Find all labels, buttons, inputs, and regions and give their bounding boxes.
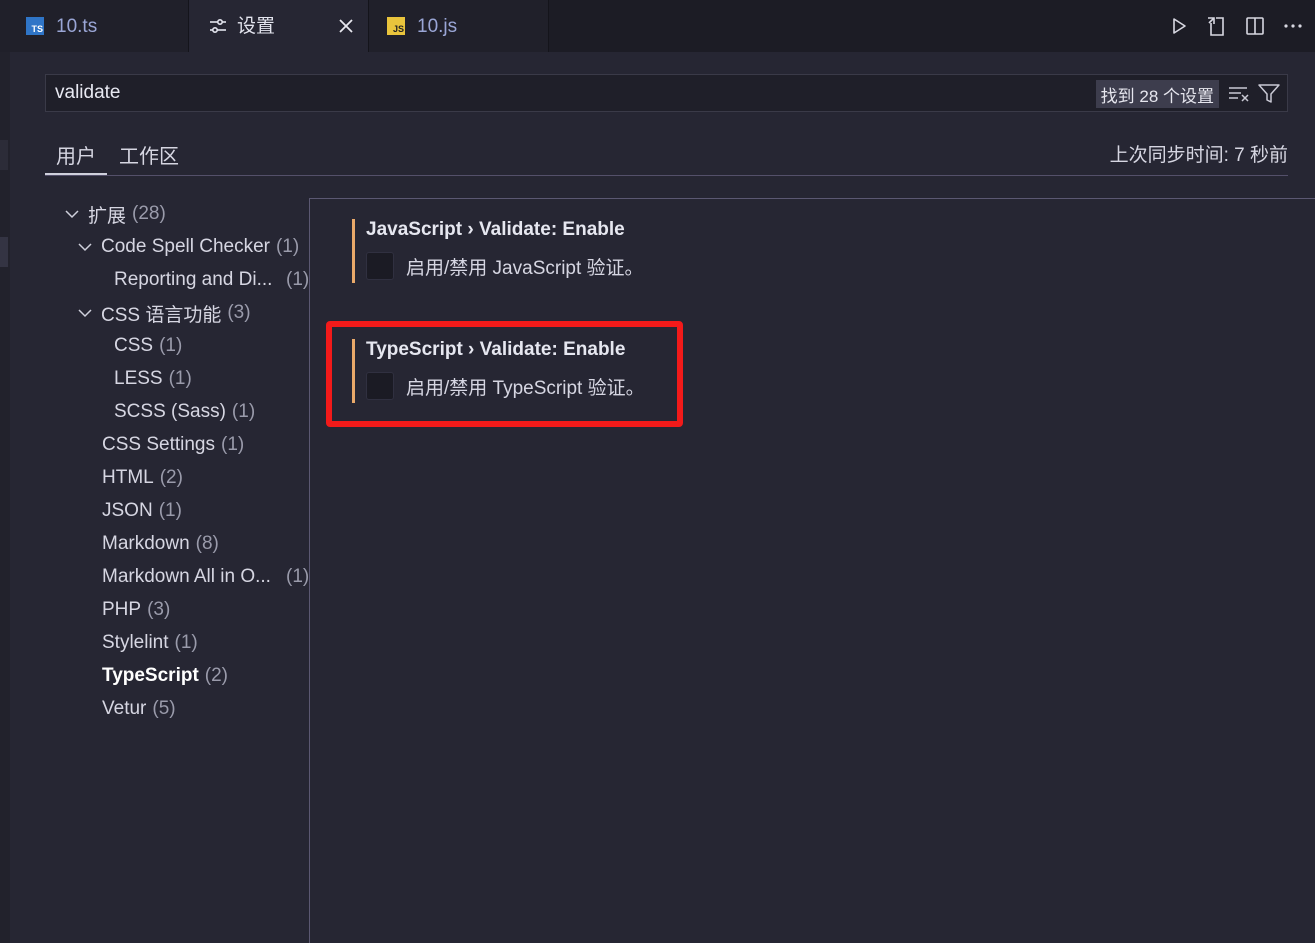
setting-description: 启用/禁用 JavaScript 验证。 — [406, 258, 644, 279]
toc-item-css-language[interactable]: CSS 语言功能 (3) — [76, 299, 251, 327]
strip-mark — [0, 237, 8, 267]
setting-title: TypeScript › Validate: Enable — [366, 339, 625, 361]
setting-checkbox[interactable] — [366, 252, 394, 280]
toc-count: (1) — [158, 500, 182, 521]
setting-typescript-validate-enable: TypeScript › Validate: Enable 启用/禁用 Type… — [352, 339, 672, 403]
chevron-down-icon[interactable] — [63, 205, 81, 223]
toc-item-typescript[interactable]: TypeScript (2) — [102, 662, 228, 690]
toc-label: CSS Settings — [102, 434, 215, 455]
toc-item-reporting[interactable]: Reporting and Di... (1) — [114, 266, 309, 294]
tab-user[interactable]: 用户 — [56, 140, 96, 169]
editor-tab-bar: TS 10.ts 设置 JS 10.js — [0, 0, 1315, 52]
modified-indicator — [352, 339, 355, 403]
toc-item-vetur[interactable]: Vetur (5) — [102, 695, 176, 723]
filter-icon[interactable] — [1257, 82, 1281, 106]
toc-label: LESS — [114, 368, 163, 389]
chevron-down-icon[interactable] — [76, 238, 94, 256]
tab-10-js[interactable]: JS 10.js — [369, 0, 548, 52]
chevron-down-icon[interactable] — [76, 304, 94, 322]
toc-label: PHP — [102, 599, 142, 620]
strip-mark — [0, 140, 8, 170]
search-value: validate — [55, 82, 121, 103]
tab-settings[interactable]: 设置 — [189, 0, 368, 52]
close-icon[interactable] — [336, 16, 356, 36]
editor-actions — [1167, 14, 1305, 38]
toc-count: (1) — [174, 632, 198, 653]
toc-item-scss[interactable]: SCSS (Sass) (1) — [114, 398, 255, 426]
toc-label: SCSS (Sass) — [114, 401, 226, 422]
clear-filter-icon[interactable] — [1227, 82, 1251, 106]
tab-divider — [548, 0, 549, 52]
toc-item-markdown-all-in-one[interactable]: Markdown All in O... (1) — [102, 563, 309, 591]
split-editor-icon[interactable] — [1243, 14, 1267, 38]
tab-label: 设置 — [237, 15, 276, 37]
setting-title: JavaScript › Validate: Enable — [366, 219, 625, 241]
setting-key: Enable — [563, 339, 626, 360]
search-result-count: 找到 28 个设置 — [1095, 80, 1219, 108]
run-icon[interactable] — [1167, 14, 1191, 38]
toc-count: (2) — [204, 665, 229, 686]
setting-javascript-validate-enable: JavaScript › Validate: Enable 启用/禁用 Java… — [352, 219, 672, 283]
settings-sliders-icon — [209, 18, 227, 34]
more-actions-icon[interactable] — [1281, 14, 1305, 38]
toc-count: (5) — [152, 698, 176, 719]
toc-label: CSS — [114, 335, 154, 356]
toc-label: Markdown All in O... — [102, 566, 271, 587]
toc-label: HTML — [102, 467, 154, 488]
sync-status: 上次同步时间: 7 秒前 — [1109, 145, 1288, 166]
open-settings-json-icon[interactable] — [1205, 14, 1229, 38]
toc-label: JSON — [102, 500, 153, 521]
tab-workspace[interactable]: 工作区 — [119, 140, 179, 169]
toc-count: (1) — [286, 269, 310, 290]
settings-list: JavaScript › Validate: Enable 启用/禁用 Java… — [309, 198, 1315, 943]
tab-label: 10.ts — [56, 15, 98, 37]
active-tab-underline — [45, 173, 107, 175]
javascript-file-icon: JS — [387, 17, 405, 35]
toc-count: (28) — [132, 203, 166, 224]
settings-scope-tabs: 用户 工作区 上次同步时间: 7 秒前 — [45, 130, 1288, 176]
toc-count: (3) — [147, 599, 171, 620]
tab-10-ts[interactable]: TS 10.ts — [0, 0, 188, 52]
toc-label: 扩展 — [88, 205, 127, 227]
toc-item-code-spell-checker[interactable]: Code Spell Checker (1) — [76, 233, 299, 261]
toc-label: Stylelint — [102, 632, 169, 653]
settings-search-input[interactable]: validate 找到 28 个设置 — [45, 74, 1288, 112]
toc-item-css-settings[interactable]: CSS Settings (1) — [102, 431, 244, 459]
setting-category: JavaScript › Validate: — [366, 219, 563, 240]
toc-count: (1) — [221, 434, 245, 455]
toc-item-json[interactable]: JSON (1) — [102, 497, 182, 525]
toc-item-css[interactable]: CSS (1) — [114, 332, 182, 360]
setting-category: TypeScript › Validate: — [366, 339, 564, 360]
toc-count: (2) — [159, 467, 183, 488]
toc-label: CSS 语言功能 — [101, 304, 222, 326]
toc-count: (3) — [227, 302, 251, 323]
toc-item-php[interactable]: PHP (3) — [102, 596, 170, 624]
tab-label: 10.js — [417, 15, 458, 37]
toc-label: Markdown — [102, 533, 190, 554]
toc-item-stylelint[interactable]: Stylelint (1) — [102, 629, 198, 657]
toc-label: Vetur — [102, 698, 147, 719]
toc-label: Code Spell Checker — [101, 236, 270, 257]
toc-item-markdown[interactable]: Markdown (8) — [102, 530, 219, 558]
setting-checkbox[interactable] — [366, 372, 394, 400]
toc-count: (8) — [195, 533, 219, 554]
typescript-file-icon: TS — [26, 17, 44, 35]
activity-strip — [0, 52, 10, 943]
toc-label: TypeScript — [102, 665, 199, 686]
toc-count: (1) — [231, 401, 256, 422]
toc-count: (1) — [275, 236, 300, 257]
modified-indicator — [352, 219, 355, 283]
toc-count: (1) — [168, 368, 192, 389]
toc-item-less[interactable]: LESS (1) — [114, 365, 192, 393]
setting-description: 启用/禁用 TypeScript 验证。 — [406, 378, 645, 399]
setting-key: Enable — [562, 219, 625, 240]
toc-item-extensions[interactable]: 扩展 (28) — [63, 200, 166, 228]
toc-count: (1) — [286, 566, 310, 587]
toc-item-html[interactable]: HTML (2) — [102, 464, 183, 492]
toc-count: (1) — [159, 335, 183, 356]
toc-label: Reporting and Di... — [114, 269, 273, 290]
